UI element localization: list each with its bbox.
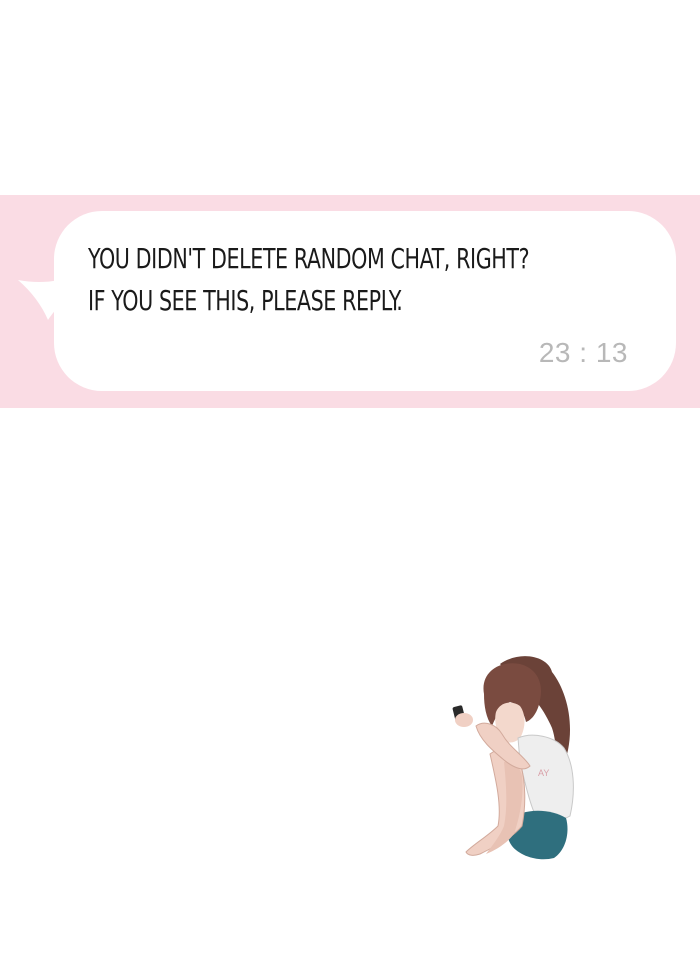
message-timestamp: 23 : 13	[538, 337, 628, 368]
message-line-2: IF YOU SEE THIS, PLEASE REPLY.	[88, 284, 403, 317]
svg-text:AY: AY	[538, 768, 549, 778]
girl-with-phone-illustration: AY	[452, 656, 574, 860]
message-text: YOU DIDN'T DELETE RANDOM CHAT, RIGHT? IF…	[88, 238, 646, 322]
message-line-1: YOU DIDN'T DELETE RANDOM CHAT, RIGHT?	[88, 242, 530, 275]
